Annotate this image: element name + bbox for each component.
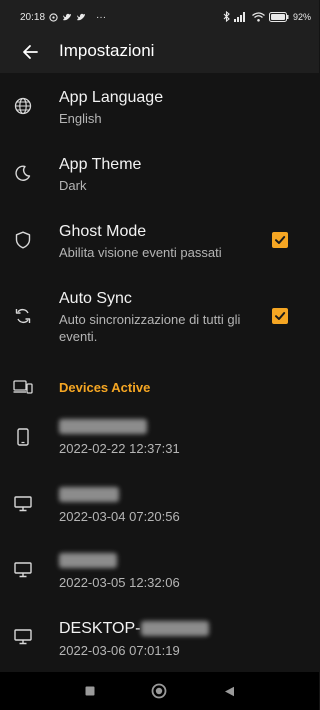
device-item[interactable]: 2022-03-05 12:32:06	[0, 546, 319, 606]
moon-icon	[12, 162, 34, 184]
check-icon	[275, 312, 286, 320]
desktop-icon	[12, 493, 34, 515]
battery-percent: 92%	[293, 12, 311, 22]
phone-icon	[12, 426, 34, 448]
home-button[interactable]	[149, 681, 169, 701]
setting-subtitle: Abilita visione eventi passati	[59, 245, 222, 260]
devices-icon	[12, 376, 34, 398]
back-nav-button[interactable]	[219, 681, 239, 701]
device-item[interactable]: DESKTOP- 2022-03-06 07:01:19	[0, 614, 319, 672]
more-notifications: ···	[96, 12, 107, 23]
device-name-prefix: DESKTOP-	[59, 620, 141, 637]
wifi-icon	[252, 11, 265, 22]
setting-title: App Theme	[59, 156, 142, 173]
arrow-left-icon	[23, 45, 38, 59]
devices-section-header: Devices Active	[0, 372, 319, 402]
bluetooth-icon	[223, 11, 230, 22]
device-name-redacted	[140, 621, 209, 637]
check-icon	[275, 236, 286, 244]
setting-auto-sync[interactable]: Auto Sync Auto sincronizzazione di tutti…	[0, 281, 319, 351]
circle-icon	[151, 683, 167, 699]
recents-button[interactable]	[80, 681, 100, 701]
setting-title: Ghost Mode	[59, 223, 147, 240]
whatsapp-icon	[49, 13, 58, 22]
globe-icon	[12, 95, 34, 117]
device-date: 2022-03-05 12:32:06	[59, 575, 180, 590]
page-title: Impostazioni	[59, 41, 155, 60]
signal-icon	[233, 11, 248, 22]
battery-level: 92	[292, 11, 303, 22]
status-bar: 20:18 ··· 92%	[0, 0, 319, 34]
desktop-icon	[12, 626, 34, 648]
device-date: 2022-03-06 07:01:19	[59, 643, 180, 658]
auto-sync-checkbox[interactable]	[272, 308, 288, 324]
device-name-redacted	[59, 419, 147, 435]
device-date: 2022-02-22 12:37:31	[59, 441, 180, 456]
device-name	[59, 418, 147, 436]
system-nav-bar	[0, 672, 319, 710]
status-time: 20:18	[20, 12, 46, 23]
setting-ghost-mode[interactable]: Ghost Mode Abilita visione eventi passat…	[0, 214, 319, 276]
app-bar: Impostazioni	[0, 34, 319, 73]
setting-app-language[interactable]: App Language English	[0, 80, 319, 140]
status-left: 20:18 ···	[20, 12, 106, 23]
twitter-icon	[76, 13, 86, 22]
setting-subtitle: Dark	[59, 178, 87, 193]
section-title: Devices Active	[59, 380, 151, 395]
triangle-back-icon	[224, 686, 234, 696]
ghost-mode-checkbox[interactable]	[272, 232, 288, 248]
device-name: DESKTOP-	[59, 620, 209, 638]
device-item[interactable]: 2022-02-22 12:37:31	[0, 412, 319, 472]
percent-sign: %	[302, 11, 311, 22]
twitter-icon	[62, 13, 72, 22]
desktop-icon	[12, 559, 34, 581]
battery-icon	[268, 11, 289, 22]
device-name	[59, 552, 117, 570]
device-item[interactable]: 2022-03-04 07:20:56	[0, 480, 319, 540]
status-right: 92%	[223, 11, 311, 22]
square-icon	[85, 686, 95, 696]
setting-subtitle: Auto sincronizzazione di tutti gli event…	[59, 312, 241, 344]
setting-subtitle: English	[59, 111, 102, 126]
setting-app-theme[interactable]: App Theme Dark	[0, 147, 319, 207]
back-button[interactable]	[18, 40, 42, 64]
device-name-redacted	[59, 553, 117, 569]
setting-title: Auto Sync	[59, 290, 132, 307]
shield-icon	[12, 229, 34, 251]
device-name	[59, 486, 119, 504]
device-name-redacted	[59, 487, 119, 503]
sync-icon	[12, 305, 34, 327]
device-date: 2022-03-04 07:20:56	[59, 509, 180, 524]
setting-title: App Language	[59, 89, 164, 106]
